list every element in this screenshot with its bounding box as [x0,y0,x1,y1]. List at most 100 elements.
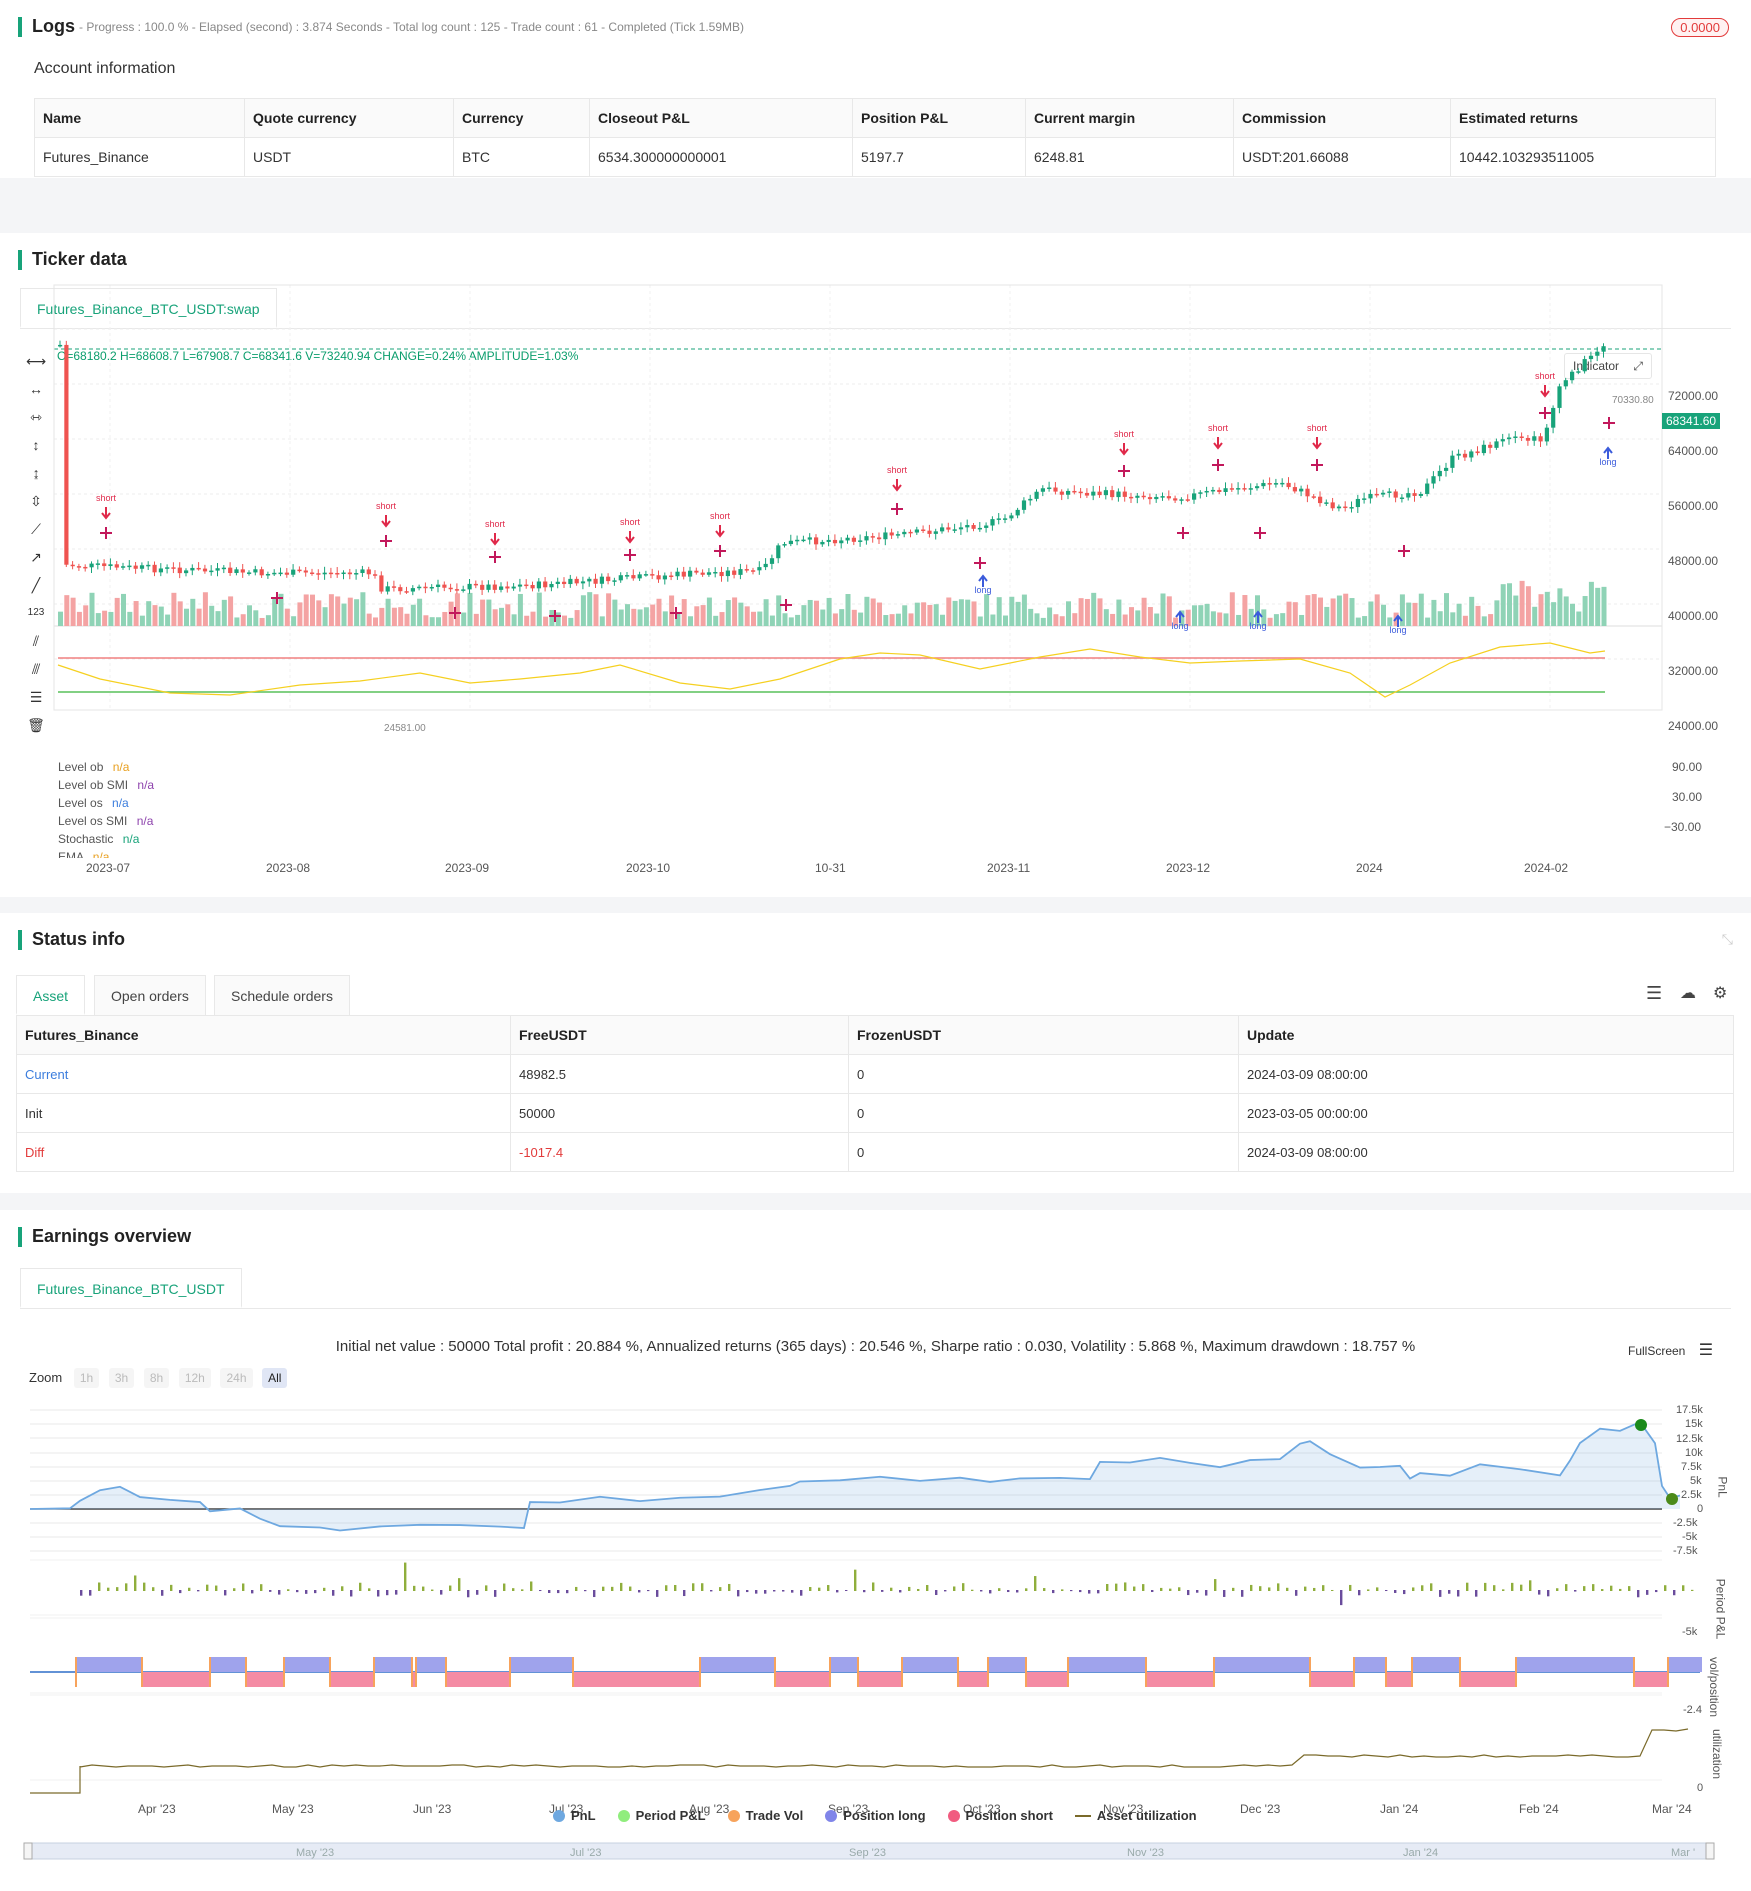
period-pnl-bar [1637,1590,1639,1597]
volume-bar [694,606,699,626]
legend-trade-vol[interactable]: Trade Vol [728,1808,804,1823]
cloud-download-icon[interactable]: ☁ [1680,983,1696,1003]
period-pnl-bar [791,1590,793,1593]
collapse-icon[interactable]: ⤡ [1722,931,1733,948]
list-icon[interactable]: ☰ [1646,983,1662,1004]
volume-bar [398,607,403,626]
down-arrow-icon [1120,443,1128,454]
period-pnl-bar [962,1583,964,1591]
period-pnl-bar [1556,1588,1558,1591]
volume-bar [1400,594,1405,626]
volume-bar [153,605,158,626]
period-pnl-bar [224,1590,226,1595]
candle-body [1211,490,1215,492]
legend-asset-utilization[interactable]: Asset utilization [1075,1808,1197,1823]
legend-position-short[interactable]: Position short [948,1808,1053,1823]
period-pnl-bar [422,1587,424,1591]
volume-bar [442,612,447,626]
legend-period-pnl[interactable]: Period P&L [618,1808,706,1823]
short-signal-label: short [710,511,731,521]
volume-bar [134,601,139,626]
period-pnl-bar [854,1570,856,1591]
candle-body [1350,507,1354,509]
candle-body [461,589,465,591]
legend-name: Stochastic [58,832,113,846]
period-pnl-bar [485,1585,487,1591]
position-long-block [1068,1657,1146,1672]
period-pnl-bar [908,1587,910,1591]
x-tick: 2024 [1356,861,1383,875]
period-pnl-bar [368,1588,370,1591]
account-cell: USDT [245,138,454,177]
volume-bar [801,605,806,626]
tab-asset[interactable]: Asset [16,975,85,1015]
volume-bar [587,592,592,626]
position-long-block [1214,1657,1310,1672]
tab-schedule-orders[interactable]: Schedule orders [214,975,350,1015]
period-pnl-bar [1007,1590,1009,1592]
asset-table: Futures_Binance FreeUSDT FrozenUSDT Upda… [16,1015,1734,1172]
asset-row-label[interactable]: Current [17,1055,511,1094]
candle-body [1072,491,1076,493]
ticker-panel: Ticker data Futures_Binance_BTC_USDT:swa… [0,233,1751,897]
volume-bar [1375,594,1380,626]
x-tick: Mar '24 [1652,1802,1692,1816]
volume-bar [1060,616,1065,626]
earnings-panel: Earnings overview Futures_Binance_BTC_US… [0,1210,1751,1891]
candle-body [499,586,503,589]
period-pnl-bar [1241,1590,1243,1597]
candle-body [1488,445,1492,448]
volume-bar [1324,607,1329,626]
candle-body [1419,494,1423,496]
candle-body [140,565,144,568]
volume-bar [997,597,1002,626]
candle-body [222,568,226,570]
position-long-block [988,1657,1026,1672]
legend-name: EMA [58,850,83,858]
candle-body [1305,489,1309,497]
close-marker-icon [489,551,501,563]
low-price-label: 24581.00 [384,723,426,734]
volume-bar [864,597,869,626]
period-pnl-bar [746,1590,748,1592]
price-tick: 24000.00 [1668,719,1718,733]
period-pnl-bar [638,1590,640,1592]
candle-body [159,568,163,572]
candle-body [449,588,453,590]
candle-body [581,581,585,583]
volume-bar [304,594,309,626]
period-pnl-bar [386,1590,388,1595]
period-pnl-bar [1187,1590,1189,1595]
volume-bar [323,607,328,626]
volume-bar [1142,598,1147,626]
period-pnl-bar [116,1587,118,1591]
position-long-block [1516,1657,1634,1672]
volume-bar [1413,603,1418,626]
volume-bar [990,615,995,626]
legend-row: EMA n/a [58,848,154,858]
volume-bar [833,613,838,626]
period-pnl-bar [953,1586,955,1591]
asset-cell: 50000 [511,1094,849,1133]
period-pnl-bar [125,1583,127,1591]
gear-icon[interactable]: ⚙ [1713,983,1727,1003]
volume-bar [1431,600,1436,626]
candle-body [1299,489,1303,492]
candle-body [1129,497,1133,499]
candle-body [650,574,654,576]
tab-open-orders[interactable]: Open orders [94,975,206,1015]
price-tick: 32000.00 [1668,664,1718,678]
period-pnl-bar [1430,1583,1432,1591]
volume-bar [1350,598,1355,626]
legend-pnl[interactable]: PnL [553,1808,596,1823]
period-pnl-bar [1160,1588,1162,1591]
volume-bar [468,593,473,626]
period-pnl-bar [1664,1585,1666,1591]
x-tick: Feb '24 [1519,1802,1559,1816]
candle-body [524,585,528,587]
candle-body [575,579,579,583]
candle-body [663,576,667,580]
asset-header: Futures_Binance [17,1016,511,1055]
pnl-tick: 7.5k [1681,1461,1702,1473]
legend-position-long[interactable]: Position long [825,1808,925,1823]
